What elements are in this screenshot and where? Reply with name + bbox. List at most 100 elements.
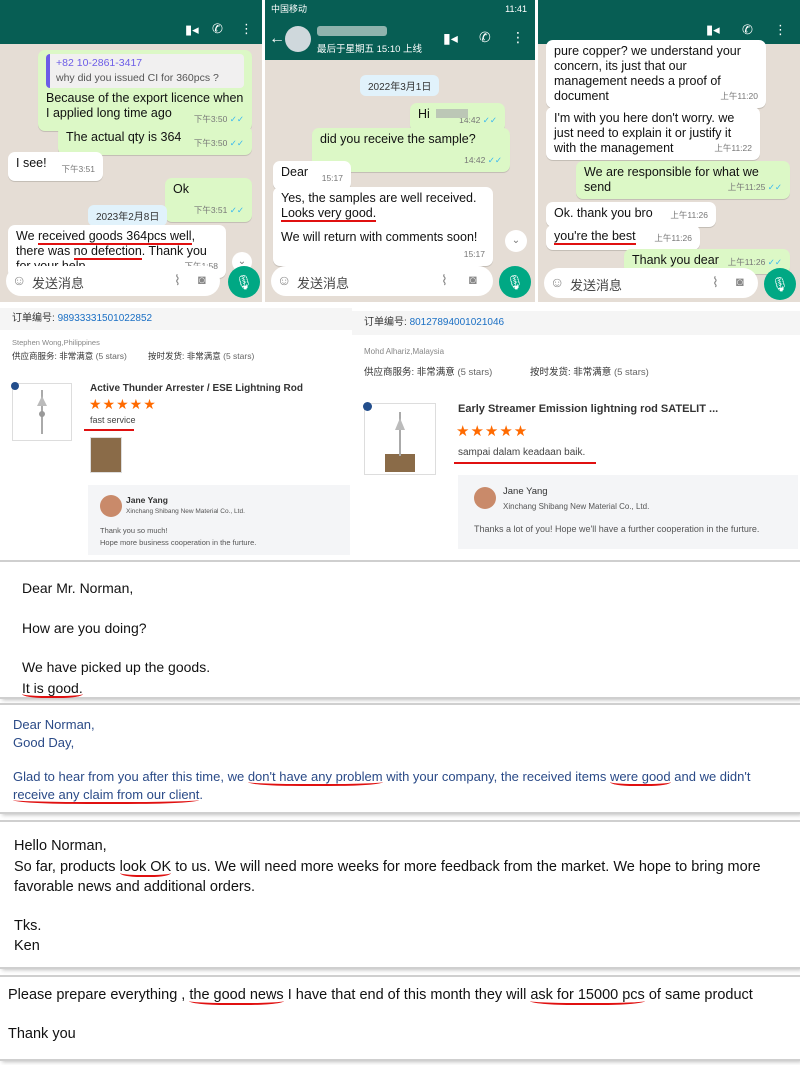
message-time: 上午11:25 ✓✓: [727, 182, 782, 192]
phone-icon[interactable]: ✆: [742, 22, 753, 38]
message-time: 上午11:22: [714, 143, 752, 153]
message-time: 15:17: [321, 173, 343, 183]
product-title[interactable]: Early Streamer Emission lightning rod SA…: [458, 403, 718, 415]
review-photo[interactable]: [90, 437, 122, 473]
message-text: Ok. thank you bro: [554, 206, 653, 220]
chat-panel-2: 中国移动 11:41 ← 最后于星期五 15:10 上线 ▮◂ ✆ ⋮ 2022…: [265, 0, 535, 302]
blurred-name: [436, 109, 468, 118]
email-signature: Ken: [14, 938, 40, 954]
more-menu-icon[interactable]: ⋮: [240, 21, 253, 37]
phone-icon[interactable]: ✆: [212, 21, 223, 37]
message-bubble[interactable]: I see! 下午3:51: [8, 152, 103, 181]
message-time: 上午11:20: [720, 91, 758, 101]
email-2: Dear Norman, Good Day, Glad to hear from…: [0, 705, 800, 812]
email-greeting: Hello Norman,: [14, 838, 107, 854]
emoji-icon[interactable]: ☺: [277, 272, 291, 288]
message-bubble[interactable]: you're the best 上午11:26: [546, 225, 700, 250]
input-placeholder: 发送消息: [570, 278, 623, 293]
product-thumbnail[interactable]: [11, 382, 72, 441]
avatar[interactable]: [285, 26, 311, 52]
buyer-name: Mohd Alhariz,Malaysia: [364, 347, 445, 356]
input-placeholder: 发送消息: [297, 276, 350, 291]
message-input[interactable]: ☺ 发送消息 ⌇ ◙: [6, 266, 220, 296]
message-text: We will return with comments soon!: [281, 230, 478, 244]
attach-icon[interactable]: ⌇: [441, 272, 448, 289]
message-text-highlight: Looks very good.: [281, 206, 377, 222]
email-paragraph-line-2: favorable news and additional orders.: [14, 879, 256, 895]
lightning-rod-image: [385, 412, 415, 472]
order-bar: 订单编号: 80127894001021046: [352, 311, 800, 335]
chat-header: ▮◂ ✆ ⋮: [0, 18, 262, 44]
input-placeholder: 发送消息: [32, 276, 85, 291]
email-line: We have picked up the goods.: [22, 659, 211, 675]
message-time: 15:17: [463, 249, 485, 259]
product-badge: [363, 402, 372, 411]
message-bubble[interactable]: The actual qty is 364 下午3:50 ✓✓: [58, 126, 252, 155]
seller-reply: Jane Yang Xinchang Shibang New Material …: [458, 475, 798, 549]
message-bubble[interactable]: Ok. thank you bro 上午11:26: [546, 202, 716, 227]
camera-icon[interactable]: ◙: [469, 272, 477, 287]
voice-button[interactable]: 🎙: [228, 266, 260, 298]
message-bubble[interactable]: We are responsible for what we send 上午11…: [576, 161, 790, 199]
order-label: 订单编号:: [364, 317, 407, 328]
back-arrow-icon[interactable]: ←: [269, 30, 285, 48]
avatar: [474, 487, 496, 509]
carrier-label: 中国移动: [271, 4, 308, 14]
attach-icon[interactable]: ⌇: [712, 274, 719, 291]
reply-name: Jane Yang: [503, 486, 548, 497]
email-line: How are you doing?: [22, 620, 147, 636]
camera-icon[interactable]: ◙: [736, 274, 744, 289]
voice-button[interactable]: 🎙: [499, 266, 531, 298]
emoji-icon[interactable]: ☺: [12, 272, 26, 288]
mic-icon: 🎙: [235, 274, 253, 290]
rating-stars: ★★★★★: [456, 423, 529, 440]
message-bubble[interactable]: Ok 下午3:51 ✓✓: [165, 178, 252, 222]
video-call-icon[interactable]: ▮◂: [185, 22, 199, 38]
message-input[interactable]: ☺ 发送消息 ⌇ ◙: [544, 268, 758, 298]
order-number[interactable]: 80127894001021046: [410, 317, 505, 328]
message-bubble[interactable]: I'm with you here don't worry. we just n…: [546, 107, 760, 160]
quoted-message[interactable]: +82 10-2861-3417 why did you issued CI f…: [46, 54, 244, 88]
message-bubble[interactable]: Yes, the samples are well received. Look…: [273, 187, 493, 266]
email-greeting: Dear Norman,: [13, 717, 95, 732]
more-menu-icon[interactable]: ⋮: [774, 22, 787, 38]
email-paragraph-line-1: So far, products look OK to us. We will …: [14, 859, 761, 877]
message-bubble[interactable]: Dear 15:17: [273, 161, 351, 190]
chat-panel-1: ▮◂ ✆ ⋮ +82 10-2861-3417 why did you issu…: [0, 0, 262, 302]
quote-text: why did you issued CI for 360pcs ?: [56, 72, 219, 84]
message-text: We: [16, 229, 38, 243]
voice-button[interactable]: 🎙: [764, 268, 796, 300]
reply-company: Xinchang Shibang New Material Co., Ltd.: [126, 508, 245, 515]
quote-number: +82 10-2861-3417: [56, 57, 143, 69]
phone-icon[interactable]: ✆: [479, 29, 491, 46]
attach-icon[interactable]: ⌇: [174, 272, 181, 289]
product-badge: [11, 382, 19, 390]
video-call-icon[interactable]: ▮◂: [443, 30, 458, 47]
order-bar: 订单编号: 98933331501022852: [0, 308, 352, 330]
order-number[interactable]: 98933331501022852: [58, 313, 153, 324]
video-call-icon[interactable]: ▮◂: [706, 22, 720, 38]
read-check-icon: ✓✓: [229, 205, 244, 215]
review-comment: fast service: [90, 415, 136, 425]
chat-panel-3: ▮◂ ✆ ⋮ pure copper? we understand your c…: [538, 0, 800, 302]
mic-icon: 🎙: [771, 276, 789, 292]
email-line: Good Day,: [13, 735, 75, 750]
supplier-service-rating: 供应商服务: 非常满意 (5 stars): [364, 367, 493, 378]
message-bubble[interactable]: +82 10-2861-3417 why did you issued CI f…: [38, 50, 252, 131]
camera-icon[interactable]: ◙: [198, 272, 206, 287]
product-title[interactable]: Active Thunder Arrester / ESE Lightning …: [90, 383, 303, 394]
product-thumbnail[interactable]: [363, 402, 436, 475]
reply-line: Thanks a lot of you! Hope we'll have a f…: [474, 524, 760, 534]
email-thanks: Tks.: [14, 918, 42, 934]
message-bubble[interactable]: pure copper? we understand your concern,…: [546, 40, 766, 108]
message-text: The actual qty is 364: [66, 130, 182, 144]
review-comment: sampai dalam keadaan baik.: [458, 447, 586, 458]
seller-reply: Jane Yang Xinchang Shibang New Material …: [88, 485, 350, 555]
message-input[interactable]: ☺ 发送消息 ⌇ ◙: [271, 266, 493, 296]
emoji-icon[interactable]: ☺: [550, 274, 564, 290]
email-paragraph-line-1: Glad to hear from you after this time, w…: [13, 769, 751, 786]
more-menu-icon[interactable]: ⋮: [511, 29, 525, 46]
scroll-down-button[interactable]: ⌄: [505, 230, 527, 252]
read-check-icon: ✓✓: [482, 115, 497, 125]
email-4: Please prepare everything , the good new…: [0, 977, 800, 1059]
